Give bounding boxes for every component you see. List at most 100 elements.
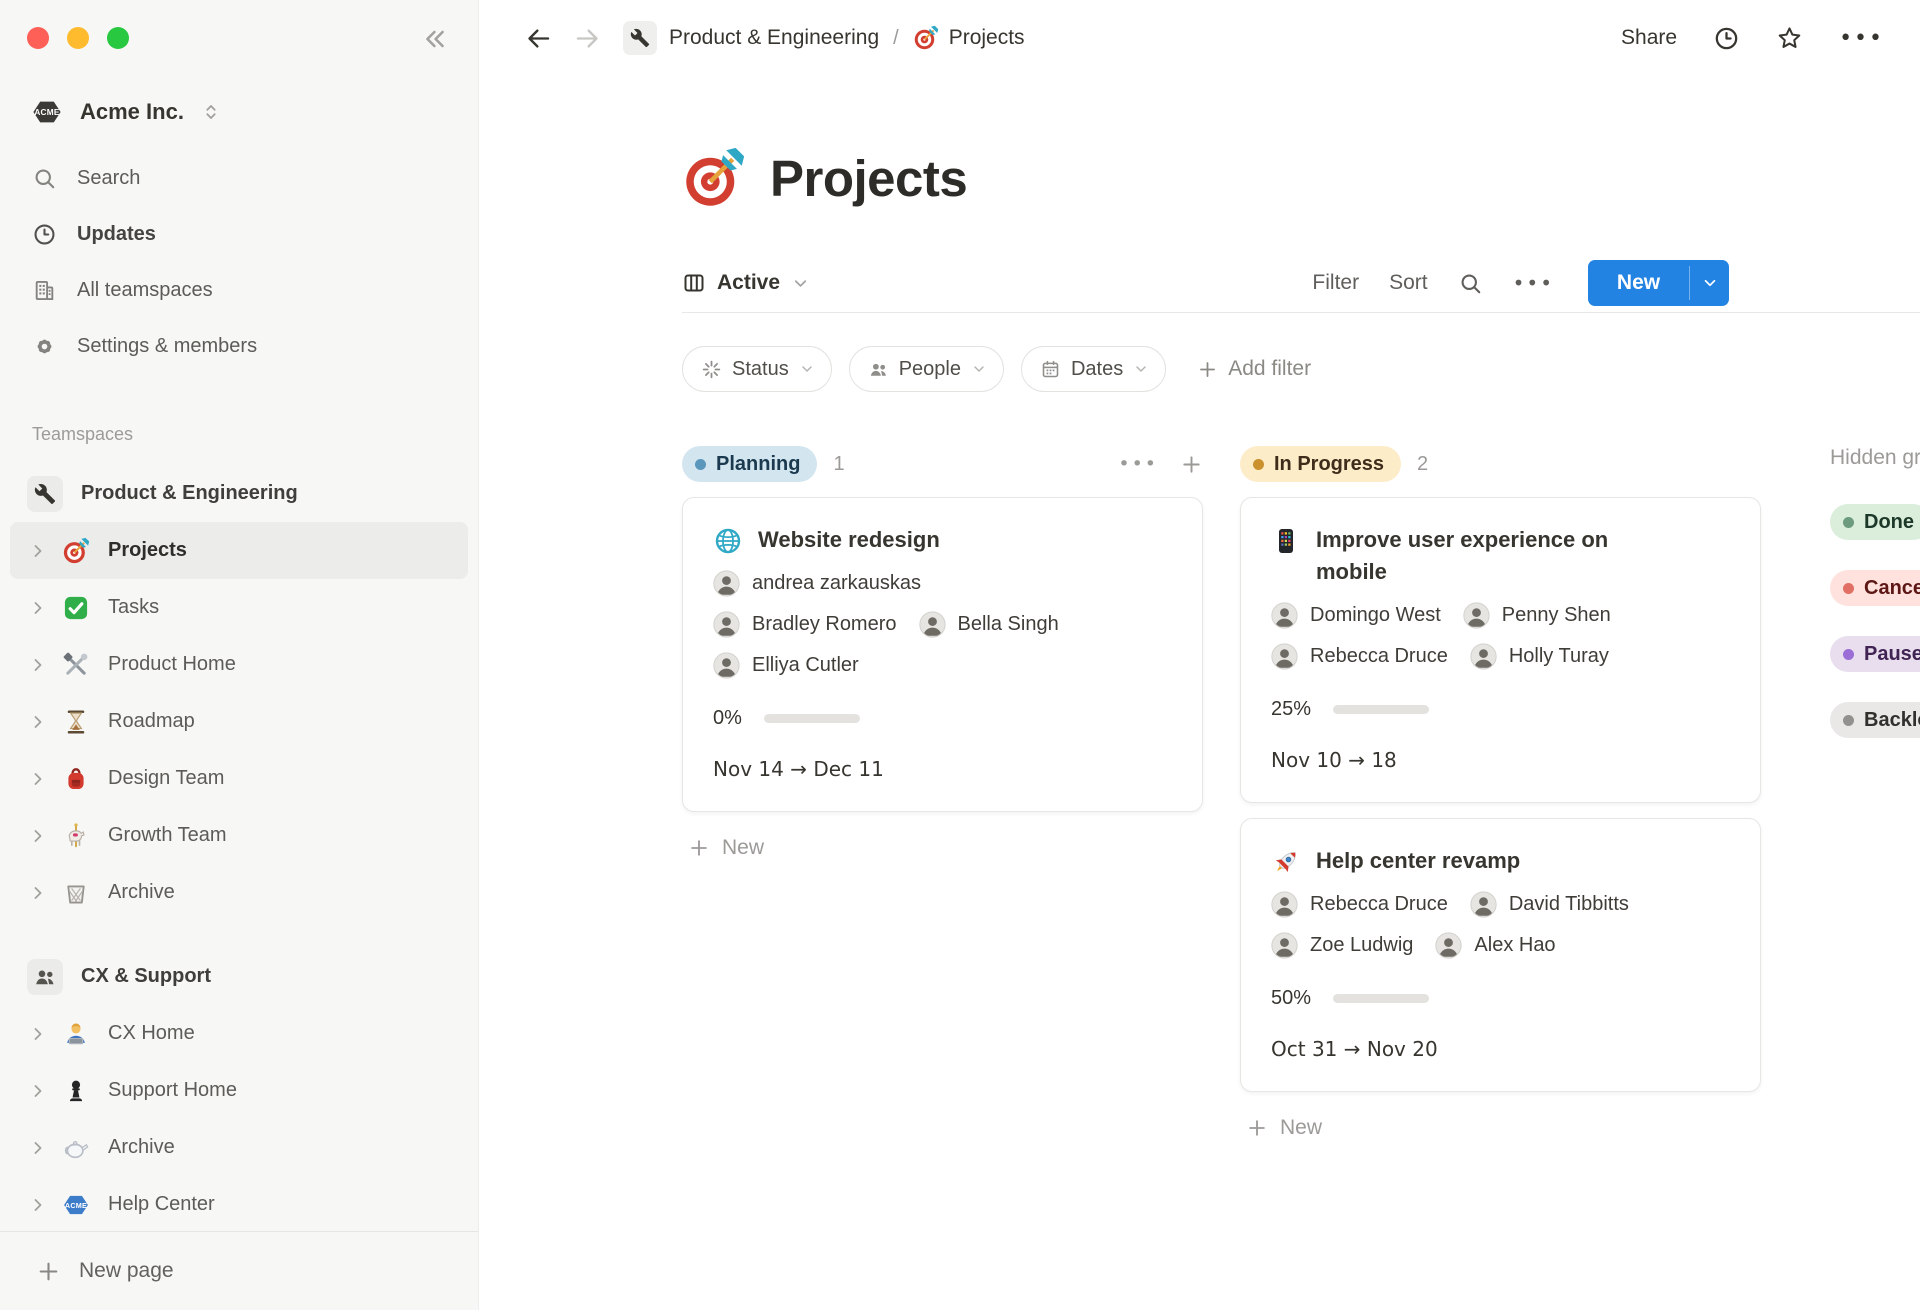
person-chip[interactable]: Bradley Romero <box>713 611 897 638</box>
card-title[interactable]: Website redesign <box>758 524 940 556</box>
sidebar-item-cx-home[interactable]: CX Home <box>10 1005 468 1062</box>
breadcrumb-page[interactable]: Projects <box>949 26 1025 50</box>
plus-icon <box>688 837 710 859</box>
person-chip[interactable]: Holly Turay <box>1470 643 1609 670</box>
chevron-right-icon[interactable] <box>28 655 48 675</box>
new-page-button[interactable]: New page <box>0 1231 478 1310</box>
column-new-card-button[interactable]: New <box>682 836 1203 860</box>
view-tab-active[interactable]: Active <box>682 271 810 295</box>
sidebar-item-updates[interactable]: Updates <box>0 206 478 262</box>
status-badge-done[interactable]: Done <box>1830 504 1920 540</box>
person-chip[interactable]: Penny Shen <box>1463 602 1611 629</box>
carousel-horse-icon <box>62 822 90 850</box>
sidebar-item-support-home[interactable]: Support Home <box>10 1062 468 1119</box>
sidebar-item-archive[interactable]: Archive <box>10 864 468 921</box>
person-chip[interactable]: David Tibbitts <box>1470 891 1629 918</box>
sidebar-item-tasks[interactable]: Tasks <box>10 579 468 636</box>
view-options-button[interactable]: ••• <box>1513 271 1554 295</box>
sidebar-item-label: CX Home <box>108 1022 195 1045</box>
toolbar-actions: Filter Sort ••• New <box>1312 260 1729 306</box>
calendar-icon <box>1040 359 1061 380</box>
sort-button[interactable]: Sort <box>1389 271 1428 295</box>
collapse-sidebar-button[interactable] <box>418 22 452 56</box>
sidebar-item-archive-cx[interactable]: Archive <box>10 1119 468 1176</box>
chevron-right-icon[interactable] <box>28 826 48 846</box>
project-card-help-center-revamp[interactable]: Help center revamp Rebecca Druce David T… <box>1240 818 1761 1092</box>
new-button[interactable]: New <box>1588 260 1729 306</box>
column-new-card-button[interactable]: New <box>1240 1116 1761 1140</box>
person-chip[interactable]: Elliya Cutler <box>713 652 859 679</box>
person-chip[interactable]: Bella Singh <box>919 611 1059 638</box>
close-window-button[interactable] <box>27 27 49 49</box>
sidebar-item-growth-team[interactable]: Growth Team <box>10 807 468 864</box>
plus-icon <box>1246 1117 1268 1139</box>
chess-pawn-icon <box>62 1077 90 1105</box>
card-title[interactable]: Help center revamp <box>1316 845 1520 877</box>
search-icon[interactable] <box>1458 271 1483 296</box>
zoom-window-button[interactable] <box>107 27 129 49</box>
person-chip[interactable]: Domingo West <box>1271 602 1441 629</box>
person-chip[interactable]: Zoe Ludwig <box>1271 932 1413 959</box>
sidebar-item-projects[interactable]: Projects <box>10 522 468 579</box>
chevron-right-icon[interactable] <box>28 883 48 903</box>
add-filter-button[interactable]: Add filter <box>1197 357 1311 381</box>
forward-arrow-icon[interactable] <box>574 25 601 52</box>
sidebar-item-roadmap[interactable]: Roadmap <box>10 693 468 750</box>
sidebar-item-help-center[interactable]: Help Center <box>10 1176 468 1233</box>
breadcrumb-teamspace[interactable]: Product & Engineering <box>669 26 879 50</box>
new-button-dropdown[interactable] <box>1690 260 1729 306</box>
status-badge-planning[interactable]: Planning <box>682 446 817 482</box>
more-options-button[interactable]: ••• <box>1839 26 1884 51</box>
filter-chip-dates[interactable]: Dates <box>1021 346 1166 392</box>
sidebar-item-label: Search <box>77 167 140 190</box>
share-button[interactable]: Share <box>1621 26 1677 50</box>
filter-chip-people[interactable]: People <box>849 346 1004 392</box>
chevron-right-icon[interactable] <box>28 1081 48 1101</box>
sidebar-item-product-home[interactable]: Product Home <box>10 636 468 693</box>
project-card-improve-ux-mobile[interactable]: Improve user experience on mobile Doming… <box>1240 497 1761 803</box>
progress-percent: 50% <box>1271 987 1311 1010</box>
backpack-icon <box>62 765 90 793</box>
status-badge-canceled[interactable]: Canceled <box>1830 570 1920 606</box>
chevron-right-icon[interactable] <box>28 1024 48 1044</box>
chevron-right-icon[interactable] <box>28 1138 48 1158</box>
chevron-right-icon[interactable] <box>28 1195 48 1215</box>
teamspace-header-cx-support[interactable]: CX & Support <box>0 948 478 1005</box>
filter-chip-status[interactable]: Status <box>682 346 832 392</box>
column-add-card-button[interactable] <box>1180 453 1203 476</box>
clock-history-icon[interactable] <box>1713 25 1740 52</box>
status-badge-in-progress[interactable]: In Progress <box>1240 446 1401 482</box>
chevron-right-icon[interactable] <box>28 769 48 789</box>
column-more-button[interactable]: ••• <box>1118 453 1158 475</box>
globe-icon <box>713 526 743 556</box>
card-title[interactable]: Improve user experience on mobile <box>1316 524 1666 588</box>
page-title: Projects <box>770 149 967 208</box>
person-chip[interactable]: Alex Hao <box>1435 932 1555 959</box>
new-button-label[interactable]: New <box>1588 260 1689 306</box>
sidebar-item-design-team[interactable]: Design Team <box>10 750 468 807</box>
back-arrow-icon[interactable] <box>525 25 552 52</box>
workspace-switcher[interactable]: Acme Inc. <box>22 88 464 136</box>
double-chevron-left-icon <box>421 25 449 53</box>
chevron-right-icon[interactable] <box>28 541 48 561</box>
breadcrumb-separator: / <box>893 27 899 50</box>
minimize-window-button[interactable] <box>67 27 89 49</box>
filter-button[interactable]: Filter <box>1312 271 1359 295</box>
progress-bar <box>1333 705 1429 714</box>
project-card-website-redesign[interactable]: Website redesign andrea zarkauskas Bradl… <box>682 497 1203 812</box>
sidebar-item-all-teamspaces[interactable]: All teamspaces <box>0 262 478 318</box>
sidebar-item-label: Support Home <box>108 1079 237 1102</box>
star-favorite-icon[interactable] <box>1776 25 1803 52</box>
teamspace-cx-support-group: CX & Support CX Home Support Home Archiv… <box>0 948 478 1233</box>
sidebar-item-search[interactable]: Search <box>0 150 478 206</box>
chevron-right-icon[interactable] <box>28 712 48 732</box>
person-chip[interactable]: Rebecca Druce <box>1271 891 1448 918</box>
target-page-icon[interactable] <box>682 146 746 210</box>
person-chip[interactable]: Rebecca Druce <box>1271 643 1448 670</box>
teamspace-header-product-engineering[interactable]: Product & Engineering <box>0 465 478 522</box>
status-badge-backlog[interactable]: Backlog <box>1830 702 1920 738</box>
person-chip[interactable]: andrea zarkauskas <box>713 570 921 597</box>
sidebar-item-settings-members[interactable]: Settings & members <box>0 318 478 374</box>
status-badge-paused[interactable]: Paused <box>1830 636 1920 672</box>
chevron-right-icon[interactable] <box>28 598 48 618</box>
